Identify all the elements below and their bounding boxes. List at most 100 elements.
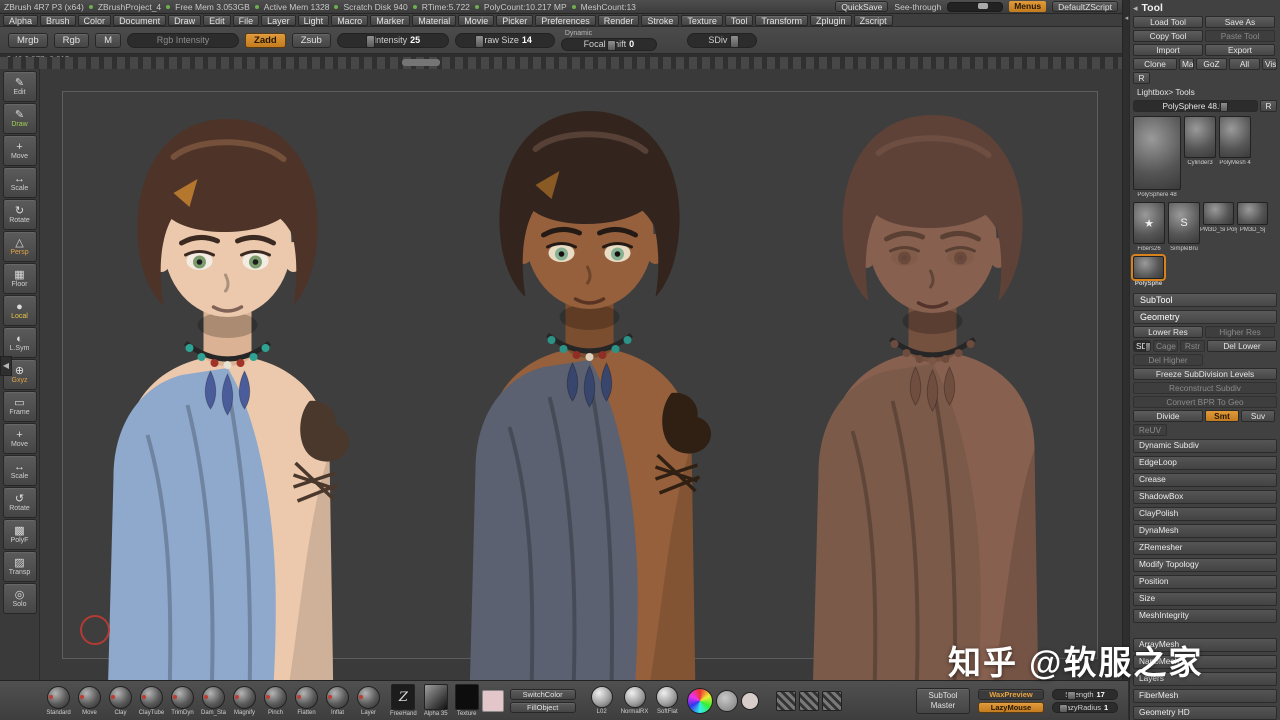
menu-item[interactable]: Tool (724, 14, 754, 26)
tool-button[interactable]: Load Tool (1133, 16, 1203, 28)
geometry-button[interactable]: Freeze SubDivision Levels (1133, 368, 1277, 380)
geometry-button[interactable]: Higher Res (1205, 326, 1275, 338)
geometry-button[interactable]: SDiv 5 (1133, 340, 1151, 352)
tool-thumbnail[interactable]: ★ Fibers26 (1133, 202, 1165, 252)
menu-item[interactable]: Picker (496, 14, 534, 26)
subtool-master-button[interactable]: SubTool Master (916, 687, 970, 714)
menu-item[interactable]: Render (597, 14, 640, 26)
slider-handle[interactable] (1145, 342, 1150, 351)
see-through-knob[interactable] (977, 2, 988, 9)
brush-button[interactable]: Dam_Sta (199, 684, 228, 718)
rgb-button[interactable]: Rgb (53, 32, 90, 48)
tile-pattern-icon[interactable] (776, 690, 797, 711)
tool-button[interactable]: All (1229, 58, 1260, 70)
left-tool-button[interactable]: ↔ Scale (2, 455, 37, 486)
geometry-button[interactable]: Cage (1153, 340, 1178, 352)
strength-slider[interactable]: Strength 17 (1052, 688, 1118, 700)
sdiv-slider[interactable]: SDiv5 (686, 32, 757, 48)
left-tool-button[interactable]: ▩ PolyF (2, 519, 37, 550)
brush-button[interactable]: Move (75, 684, 104, 718)
tool-button[interactable]: Save As (1205, 16, 1275, 28)
brush-button[interactable]: Pinch (261, 684, 290, 718)
subsection-header[interactable]: EdgeLoop (1133, 456, 1277, 470)
brush-button[interactable]: ClayTube (137, 684, 166, 718)
left-tool-button[interactable]: ▨ Transp (2, 551, 37, 582)
left-tool-button[interactable]: ▦ Floor (2, 263, 37, 294)
menu-item[interactable]: Alpha (3, 14, 39, 26)
brush-button[interactable]: Layer (354, 684, 383, 718)
subsection-header[interactable]: ShadowBox (1133, 490, 1277, 504)
subsection-header[interactable]: Position (1133, 575, 1277, 589)
focal-shift-slider[interactable]: Focal Shift 0 (560, 37, 657, 51)
left-tool-button[interactable]: + Move (2, 135, 37, 166)
material-selector[interactable]: L02 (590, 686, 613, 715)
subsection-header[interactable]: Size (1133, 592, 1277, 606)
tool-button[interactable]: Export (1205, 44, 1275, 56)
tool-button[interactable]: Visible (1262, 58, 1277, 70)
tile-pattern-icon[interactable] (822, 690, 843, 711)
quicksave-button[interactable]: QuickSave (835, 1, 889, 12)
material-selector[interactable]: SoftFlat (656, 686, 679, 715)
left-tool-button[interactable]: ◐ L.Sym (2, 327, 37, 358)
stroke-selector[interactable]: Z FreeHand (390, 684, 417, 717)
menu-item[interactable]: Marker (370, 14, 411, 26)
brush-button[interactable]: TrimDyn (168, 684, 197, 718)
geometry-button[interactable]: Del Lower (1207, 340, 1277, 352)
tile-pattern-icon[interactable] (799, 690, 820, 711)
menu-item[interactable]: Macro (331, 14, 369, 26)
menu-item[interactable]: Transform (755, 14, 809, 26)
m-button[interactable]: M (95, 32, 122, 48)
tool-button[interactable]: Paste Tool (1205, 30, 1275, 42)
panel-collapse-icon[interactable]: ◂ (1133, 3, 1138, 14)
left-tool-button[interactable]: ✎ Draw (2, 103, 37, 134)
alpha-selector[interactable]: Alpha 35 (423, 684, 448, 717)
texture-selector[interactable]: Texture (454, 684, 479, 717)
slider-handle[interactable] (1059, 703, 1069, 712)
material-selector[interactable]: NormalRX (621, 686, 648, 715)
lazy-radius-slider[interactable]: LazyRadius 1 (1052, 701, 1118, 713)
slider-handle[interactable] (1067, 690, 1077, 699)
menu-item[interactable]: Color (77, 14, 112, 26)
geometry-button[interactable]: Del Higher (1133, 354, 1203, 366)
draw-size-slider[interactable]: Draw Size 14 (454, 32, 555, 48)
tool-button[interactable]: PolySphere 48.52 (1133, 100, 1258, 112)
geometry-button[interactable]: Rstr (1180, 340, 1205, 352)
slider-handle[interactable] (1220, 102, 1229, 111)
brush-button[interactable]: Flatten (292, 684, 321, 718)
subsection-header[interactable]: FiberMesh (1133, 689, 1277, 703)
menu-item[interactable]: File (232, 14, 260, 26)
menu-item[interactable]: Texture (681, 14, 723, 26)
left-tray-collapse-arrow[interactable]: ◀ (0, 356, 12, 376)
subsection-header[interactable]: Dynamic Subdiv (1133, 439, 1277, 453)
menu-item[interactable]: Zscript (853, 14, 893, 26)
tool-thumbnail[interactable]: Cylinder3 (1184, 116, 1216, 166)
subsection-header[interactable]: ClayPolish (1133, 507, 1277, 521)
left-tool-button[interactable]: ✎ Edit (2, 71, 37, 102)
tool-button[interactable]: Copy Tool (1133, 30, 1203, 42)
menu-item[interactable]: Light (297, 14, 330, 26)
menu-item[interactable]: Material (412, 14, 457, 26)
geometry-button[interactable]: Reconstruct Subdiv (1133, 382, 1277, 394)
tool-thumbnail[interactable]: PolySphe (1131, 254, 1166, 287)
geometry-button[interactable]: Divide (1133, 410, 1203, 422)
geometry-button[interactable]: Suv (1241, 410, 1275, 422)
subsection-header[interactable]: Geometry HD (1133, 706, 1277, 720)
tool-button[interactable]: Make PolyMesh3D (1179, 58, 1194, 70)
left-tool-button[interactable]: ▭ Frame (2, 391, 37, 422)
left-tool-button[interactable]: ↻ Rotate (2, 199, 37, 230)
menu-item[interactable]: Edit (203, 14, 231, 26)
brush-button[interactable]: Inflat (323, 684, 352, 718)
zsub-button[interactable]: Zsub (291, 32, 331, 48)
tool-button[interactable]: Clone (1133, 58, 1177, 70)
z-intensity-slider[interactable]: Z Intensity 25 (336, 32, 449, 48)
subsection-header[interactable]: Modify Topology (1133, 558, 1277, 572)
left-tool-button[interactable]: ↔ Scale (2, 167, 37, 198)
menu-item[interactable]: Stroke (641, 14, 680, 26)
tool-thumbnail[interactable]: PolySphere 48 (1133, 116, 1181, 198)
left-tool-button[interactable]: + Move (2, 423, 37, 454)
menus-toggle[interactable]: Menus (1009, 1, 1047, 12)
brush-button[interactable]: Magnify (230, 684, 259, 718)
subsection-header[interactable]: ZRemesher (1133, 541, 1277, 555)
geometry-button[interactable]: Lower Res (1133, 326, 1203, 338)
brush-button[interactable]: Standard (44, 684, 73, 718)
